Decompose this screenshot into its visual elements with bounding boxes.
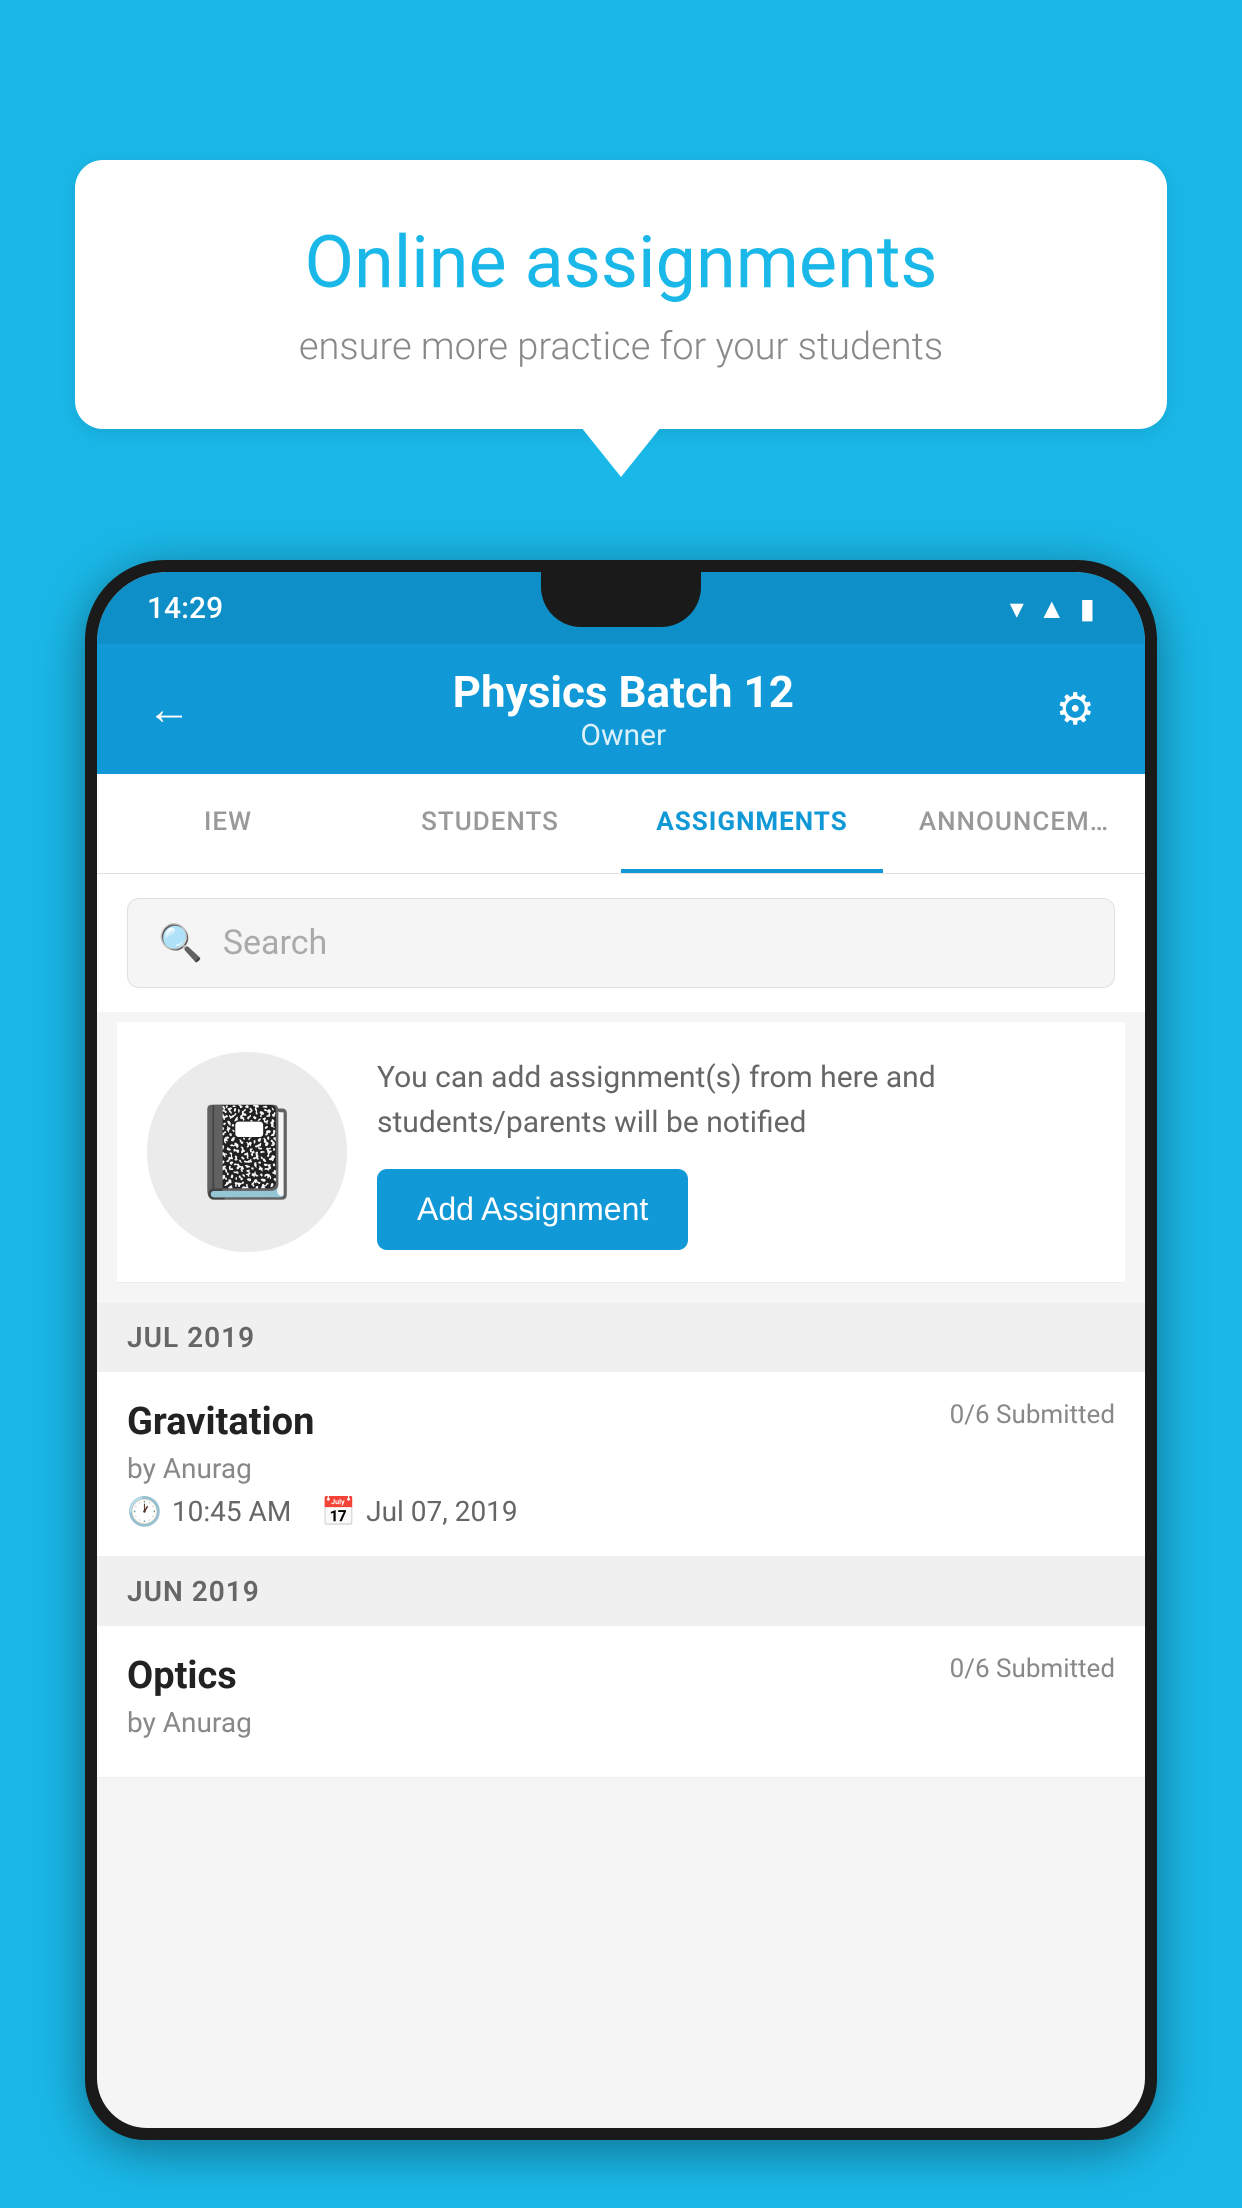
assignment-name: Gravitation	[127, 1400, 314, 1444]
add-assignment-button[interactable]: Add Assignment	[377, 1169, 688, 1250]
section-header-jul: JUL 2019	[97, 1303, 1145, 1372]
back-button[interactable]: ←	[147, 683, 191, 735]
search-container: 🔍 Search	[97, 874, 1145, 1012]
tab-item-assignments[interactable]: ASSIGNMENTS	[621, 774, 883, 873]
header-title: Physics Batch 12	[453, 666, 794, 718]
section-header-jun: JUN 2019	[97, 1557, 1145, 1626]
speech-bubble-container: Online assignments ensure more practice …	[75, 160, 1167, 429]
assignment-meta: by Anurag	[127, 1452, 1115, 1485]
status-bar: 14:29 ▾ ▲ ▮	[97, 572, 1145, 644]
wifi-icon: ▾	[1010, 592, 1024, 625]
bubble-subtitle: ensure more practice for your students	[155, 325, 1087, 369]
time-item: 🕐 10:45 AM	[127, 1495, 291, 1528]
search-bar[interactable]: 🔍 Search	[127, 898, 1115, 988]
search-placeholder: Search	[223, 923, 327, 963]
tab-item-iew[interactable]: IEW	[97, 774, 359, 873]
status-icons: ▾ ▲ ▮	[1010, 592, 1095, 625]
tab-item-announcements[interactable]: ANNOUNCEM…	[883, 774, 1145, 873]
assignment-item-gravitation[interactable]: Gravitation 0/6 Submitted by Anurag 🕐 10…	[97, 1372, 1145, 1557]
phone-wrapper: 14:29 ▾ ▲ ▮ ← Physics Batch 12 Owner ⚙	[85, 560, 1157, 2208]
assignment-date: Jul 07, 2019	[366, 1495, 518, 1528]
assignment-top-row-optics: Optics 0/6 Submitted	[127, 1654, 1115, 1698]
notch	[541, 572, 701, 627]
speech-bubble: Online assignments ensure more practice …	[75, 160, 1167, 429]
phone-outer: 14:29 ▾ ▲ ▮ ← Physics Batch 12 Owner ⚙	[85, 560, 1157, 2140]
header-subtitle: Owner	[453, 718, 794, 753]
promo-icon-circle: 📓	[147, 1052, 347, 1252]
assignment-time: 10:45 AM	[172, 1495, 291, 1528]
signal-icon: ▲	[1038, 592, 1066, 625]
battery-icon: ▮	[1080, 592, 1095, 625]
status-time: 14:29	[147, 591, 223, 626]
bubble-title: Online assignments	[155, 220, 1087, 305]
promo-card: 📓 You can add assignment(s) from here an…	[117, 1022, 1125, 1283]
calendar-icon: 📅	[321, 1495, 356, 1528]
assignment-dates: 🕐 10:45 AM 📅 Jul 07, 2019	[127, 1495, 1115, 1528]
notebook-icon: 📓	[191, 1100, 303, 1205]
tab-bar: IEW STUDENTS ASSIGNMENTS ANNOUNCEM…	[97, 774, 1145, 874]
app-header: ← Physics Batch 12 Owner ⚙	[97, 644, 1145, 774]
assignment-top-row: Gravitation 0/6 Submitted	[127, 1400, 1115, 1444]
clock-icon: 🕐	[127, 1495, 162, 1528]
promo-text-area: You can add assignment(s) from here and …	[377, 1055, 1095, 1250]
submitted-badge: 0/6 Submitted	[950, 1400, 1115, 1430]
optics-submitted: 0/6 Submitted	[950, 1654, 1115, 1684]
assignment-item-optics[interactable]: Optics 0/6 Submitted by Anurag	[97, 1626, 1145, 1778]
search-icon: 🔍	[158, 922, 203, 964]
tab-item-students[interactable]: STUDENTS	[359, 774, 621, 873]
phone-inner: 14:29 ▾ ▲ ▮ ← Physics Batch 12 Owner ⚙	[97, 572, 1145, 2128]
header-center: Physics Batch 12 Owner	[453, 666, 794, 753]
optics-name: Optics	[127, 1654, 237, 1698]
settings-icon[interactable]: ⚙	[1056, 683, 1095, 735]
date-item: 📅 Jul 07, 2019	[321, 1495, 517, 1528]
optics-meta: by Anurag	[127, 1706, 1115, 1739]
promo-description: You can add assignment(s) from here and …	[377, 1055, 1095, 1145]
